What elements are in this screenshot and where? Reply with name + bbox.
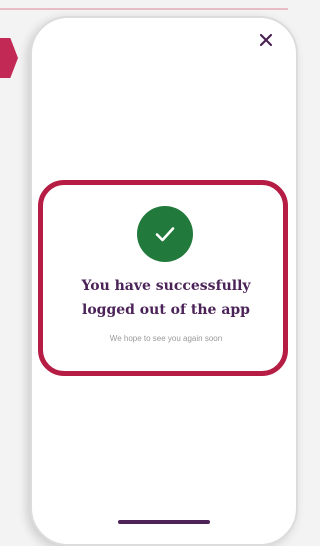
check-icon	[155, 227, 175, 242]
logout-success-title: You have successfully logged out of the …	[81, 278, 251, 318]
success-badge	[137, 206, 193, 262]
logout-success-subtitle: We hope to see you again soon	[109, 334, 223, 343]
home-indicator	[118, 520, 210, 524]
top-divider	[0, 8, 288, 10]
close-button[interactable]	[256, 30, 276, 50]
step-marker	[0, 38, 18, 78]
close-icon	[259, 33, 273, 47]
